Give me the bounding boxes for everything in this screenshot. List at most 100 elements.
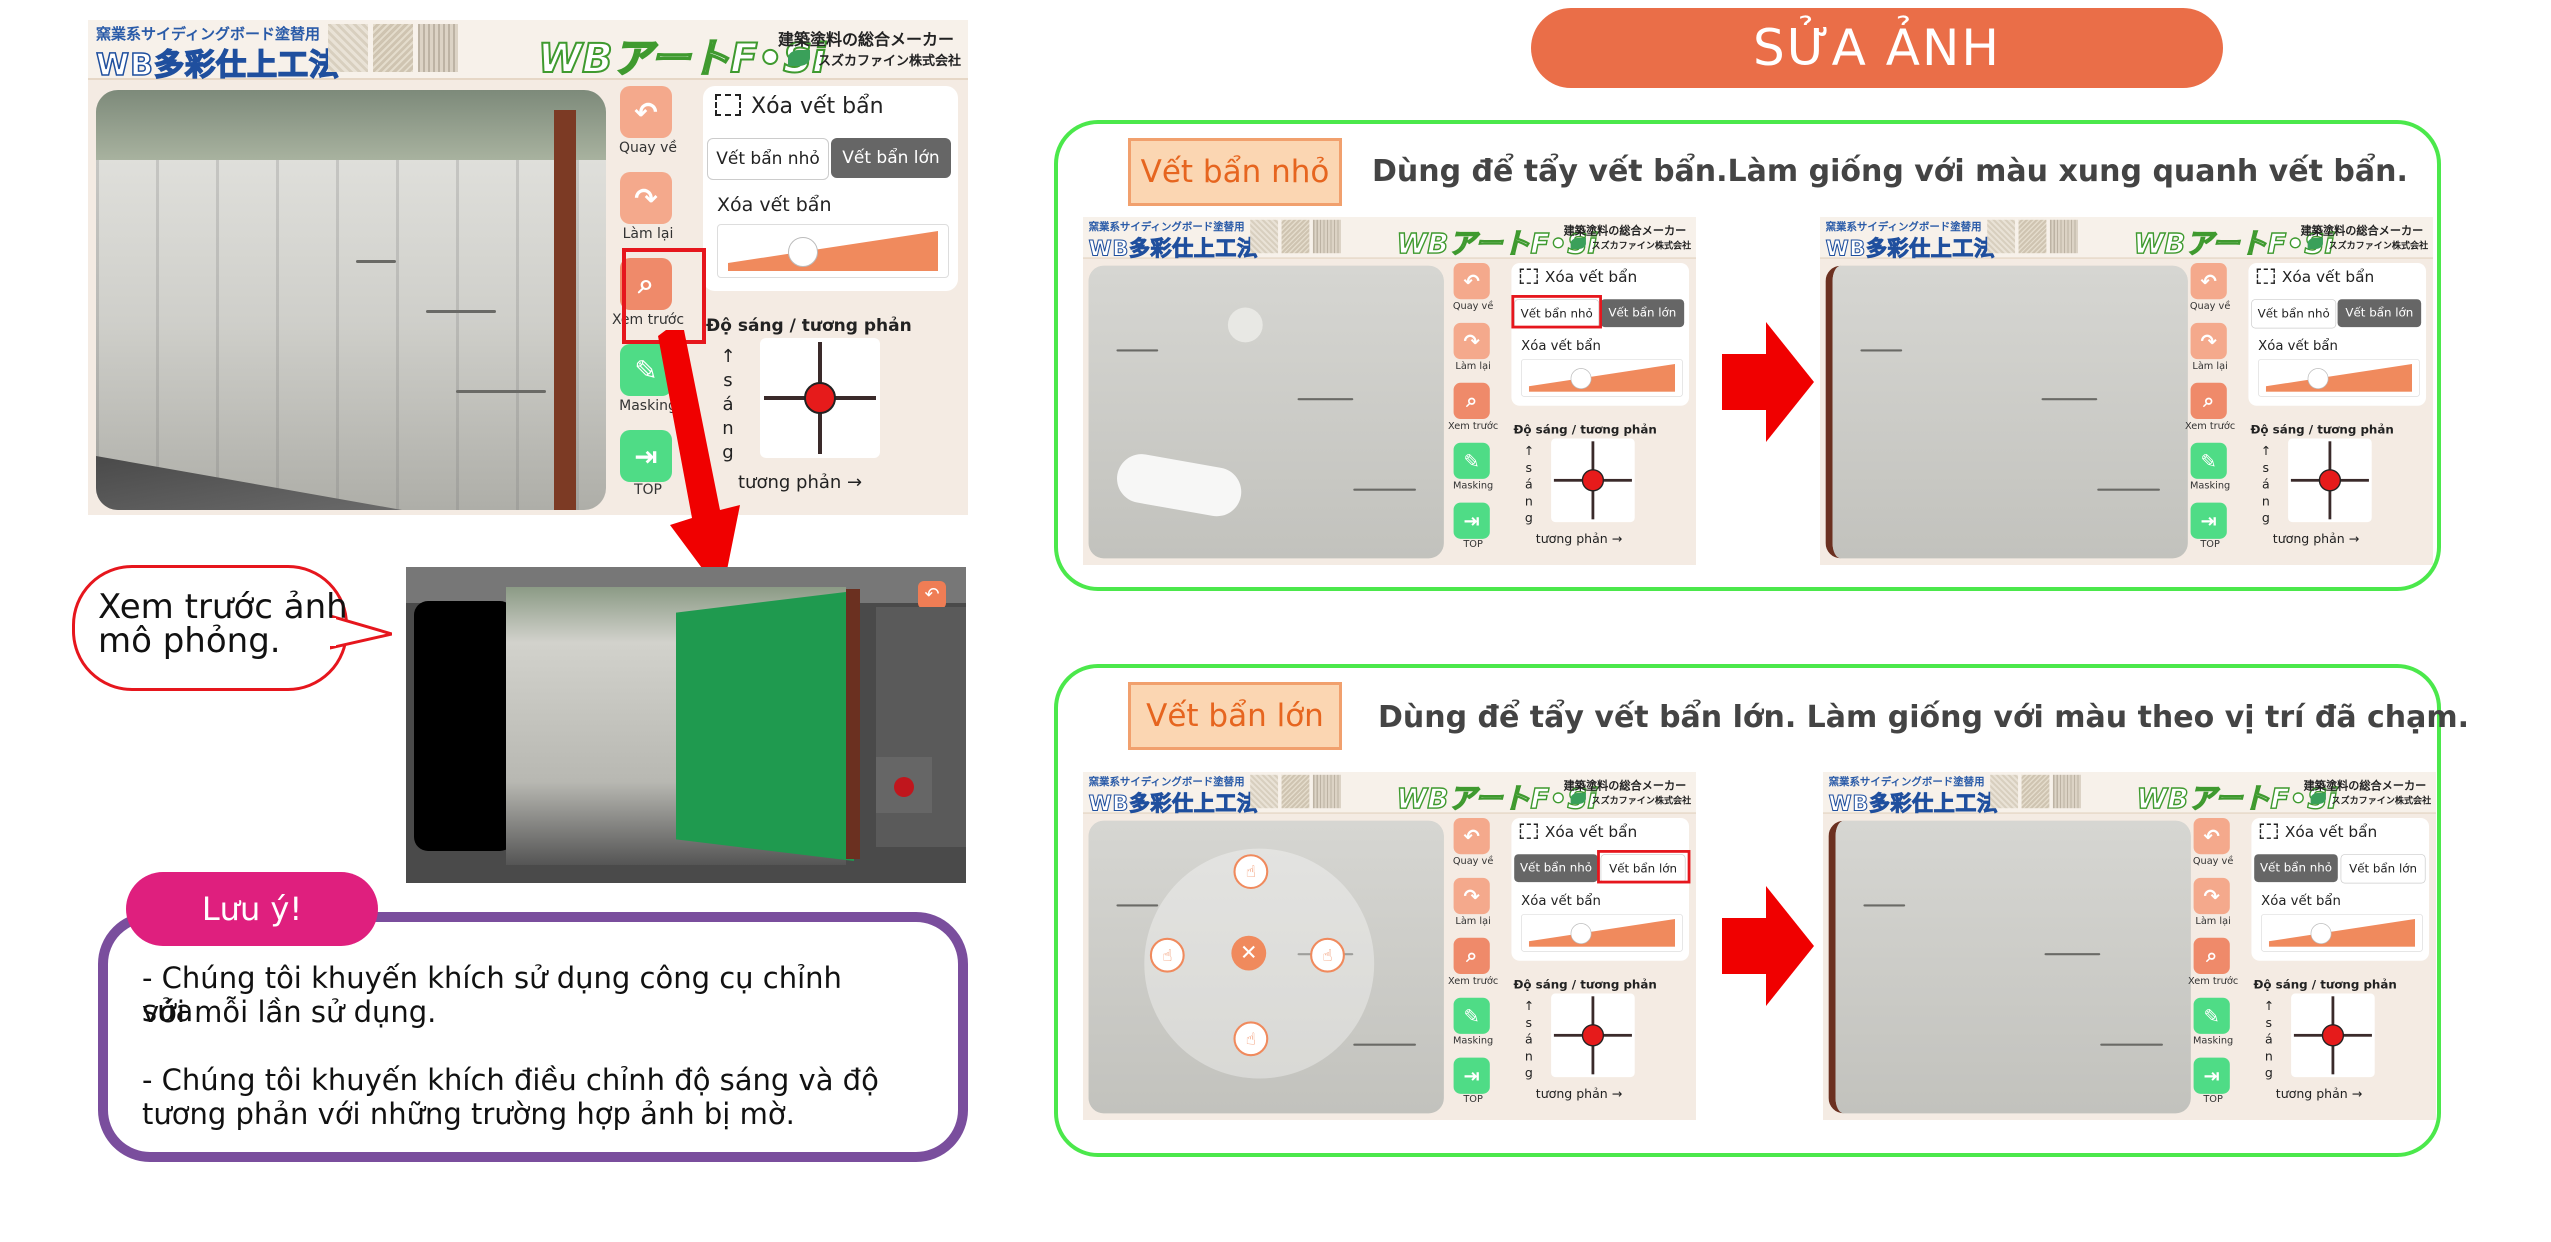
pad-handle[interactable] — [804, 382, 836, 414]
arrow-icon — [1766, 322, 1814, 442]
company-name: スズカファイン株式会社 — [1591, 795, 1692, 807]
slider-knob[interactable] — [1570, 923, 1592, 945]
texture-swatch — [1990, 774, 2019, 809]
stain-size-slider[interactable] — [717, 224, 949, 278]
top-button[interactable]: ⇥ — [1453, 1057, 1490, 1094]
small-stain-toggle[interactable]: Vết bẩn nhỏ — [2251, 299, 2337, 329]
pad-handle[interactable] — [2321, 1024, 2345, 1047]
masking-button[interactable]: ✎ — [1453, 442, 1490, 479]
large-stain-toggle[interactable]: Vết bẩn lớn — [831, 138, 951, 178]
brightness-contrast-pad[interactable] — [1551, 438, 1635, 523]
slider-label: Xóa vết bẩn — [1521, 338, 1601, 354]
slider-knob[interactable] — [1570, 368, 1592, 390]
undo-button[interactable]: ↶ — [620, 86, 672, 138]
top-button[interactable]: ⇥ — [2193, 1057, 2230, 1094]
top-button[interactable]: ⇥ — [1453, 502, 1490, 539]
banner-logo: WB多彩仕上工法 — [1088, 791, 1259, 816]
slider-track — [1528, 918, 1676, 947]
large-stain-toggle[interactable]: Vết bẩn lớn — [1600, 299, 1685, 328]
undo-button[interactable]: ↶ — [2193, 817, 2230, 855]
top-exit-icon: ⇥ — [1463, 509, 1480, 533]
undo-button[interactable]: ↶ — [1453, 262, 1490, 300]
masking-button[interactable]: ✎ — [2193, 997, 2230, 1034]
texture-swatch — [2052, 774, 2081, 809]
preview-button[interactable]: ⌕ — [1453, 937, 1490, 975]
stain-removal-panel: Xóa vết bẩn Vết bẩn nhỏ Vết bẩn lớn Xóa … — [703, 86, 958, 291]
brightness-contrast-pad[interactable] — [1551, 993, 1635, 1078]
stain-removal-panel: Xóa vết bẩn Vết bẩn nhỏ Vết bẩn lớn Xóa … — [2248, 262, 2427, 406]
company-name: スズカファイン株式会社 — [2331, 795, 2432, 807]
preview-button[interactable]: ⌕ — [1453, 382, 1490, 420]
preview-close-button[interactable]: ↶ — [918, 581, 946, 609]
brightness-contrast-pad[interactable] — [2288, 438, 2372, 523]
preview-black-area — [414, 601, 514, 851]
texture-swatch — [373, 24, 413, 72]
wall-photo[interactable]: ☝ ☝ ☝ ☝ ✕ — [1088, 820, 1444, 1114]
small-stain-toggle[interactable]: Vết bẩn nhỏ — [1514, 854, 1598, 883]
texture-swatch — [418, 24, 458, 72]
brightness-contrast-pad[interactable] — [760, 338, 880, 458]
masking-button[interactable]: ✎ — [1453, 997, 1490, 1034]
large-stain-toggle[interactable]: Vết bẩn lớn — [2337, 299, 2422, 328]
slider-knob[interactable] — [788, 237, 818, 267]
wall-surface — [1088, 265, 1444, 559]
undo-button[interactable]: ↶ — [2190, 262, 2227, 300]
panel-title: Xóa vết bẩn — [2256, 268, 2374, 286]
stain-size-slider[interactable] — [2261, 914, 2423, 952]
small-stain-toggle[interactable]: Vết bẩn nhỏ — [707, 138, 829, 180]
wall-surface — [1835, 820, 2191, 1114]
pad-handle[interactable] — [1581, 1024, 1605, 1047]
small-stain-toggle[interactable]: Vết bẩn nhỏ — [2254, 854, 2338, 883]
redo-button[interactable]: ↷ — [2193, 877, 2230, 915]
hand-tap-icon[interactable]: ☝ — [1310, 937, 1345, 973]
slider-track — [1528, 363, 1676, 392]
top-button[interactable]: ⇥ — [2190, 502, 2227, 539]
texture-swatch — [1281, 219, 1310, 254]
maker-text: 建築塗料の総合メーカー — [2300, 223, 2424, 238]
redo-icon: ↷ — [1463, 329, 1480, 353]
wall-stain — [1297, 398, 1354, 401]
slider-knob[interactable] — [2310, 923, 2332, 945]
brightness-contrast-pad[interactable] — [2291, 993, 2375, 1078]
redo-button[interactable]: ↷ — [1453, 322, 1490, 360]
app-banner: 窯業系サイディングボード塗替用 WB多彩仕上工法 WBアートF•Si 建築塗料の… — [88, 20, 968, 84]
slider-track — [2268, 918, 2416, 947]
wall-photo[interactable] — [96, 90, 606, 510]
preview-button[interactable]: ⌕ — [2193, 937, 2230, 975]
redo-button[interactable]: ↷ — [1453, 877, 1490, 915]
hand-tap-icon[interactable]: ☝ — [1233, 854, 1269, 890]
contrast-axis-label: tương phản → — [2272, 531, 2360, 547]
stain-size-slider[interactable] — [2258, 359, 2420, 397]
preview-screen: ↶ — [406, 567, 966, 883]
banner-logo: WB多彩仕上工法 — [95, 47, 340, 84]
redo-button[interactable]: ↷ — [620, 172, 672, 224]
brightness-label: Độ sáng / tương phản — [2253, 978, 2397, 993]
texture-swatch — [1312, 219, 1341, 254]
slider-knob[interactable] — [2307, 368, 2329, 390]
top-exit-icon: ⇥ — [2200, 509, 2217, 533]
undo-button[interactable]: ↶ — [1453, 817, 1490, 855]
preview-button[interactable]: ⌕ — [2190, 382, 2227, 420]
masking-button[interactable]: ✎ — [2190, 442, 2227, 479]
wall-photo[interactable] — [1088, 265, 1444, 559]
small-toggle-highlight — [1511, 295, 1602, 329]
hand-tap-icon[interactable]: ☝ — [1149, 937, 1185, 973]
brightness-label: Độ sáng / tương phản — [1513, 423, 1657, 438]
large-stain-toggle[interactable]: Vết bẩn lớn — [2340, 854, 2426, 884]
texture-swatch — [2018, 219, 2047, 254]
company-name: スズカファイン株式会社 — [2328, 240, 2429, 252]
app-banner: 窯業系サイディングボード塗替用 WB多彩仕上工法 WBアートF•Si 建築塗料の… — [1083, 772, 1696, 816]
pad-handle[interactable] — [1581, 469, 1605, 492]
redo-label: Làm lại — [622, 226, 674, 242]
hand-tap-icon[interactable]: ☝ — [1233, 1021, 1269, 1057]
pad-handle[interactable] — [2318, 469, 2342, 492]
texture-swatch — [1281, 774, 1310, 809]
wall-photo[interactable] — [1828, 820, 2191, 1114]
arrow-shaft — [1722, 354, 1770, 410]
stain-size-slider[interactable] — [1521, 359, 1683, 397]
wall-photo[interactable] — [1825, 265, 2188, 559]
close-icon[interactable]: ✕ — [1231, 935, 1267, 971]
redo-button[interactable]: ↷ — [2190, 322, 2227, 360]
company-leaf-icon — [788, 50, 810, 66]
stain-size-slider[interactable] — [1521, 914, 1683, 952]
